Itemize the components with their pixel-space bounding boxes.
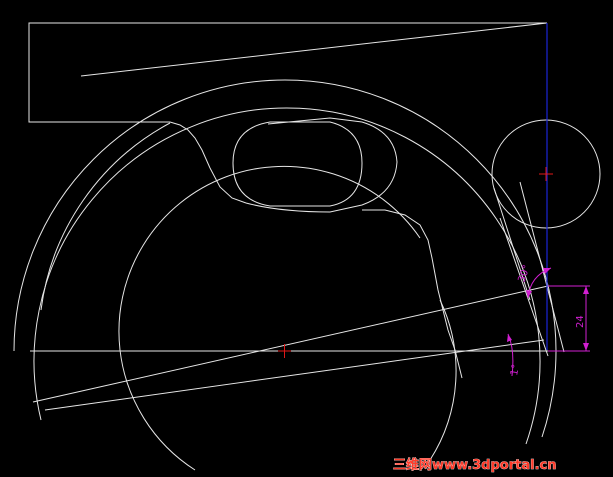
viewport-background bbox=[0, 0, 613, 477]
cad-drawing-canvas[interactable]: 24 30° 1° 三维网www.3dportal.cn bbox=[0, 0, 613, 477]
lower-angle-value: 1° bbox=[509, 363, 522, 376]
vertical-dimension-value: 24 bbox=[575, 315, 586, 328]
watermark-text: 三维网www.3dportal.cn bbox=[393, 457, 556, 473]
